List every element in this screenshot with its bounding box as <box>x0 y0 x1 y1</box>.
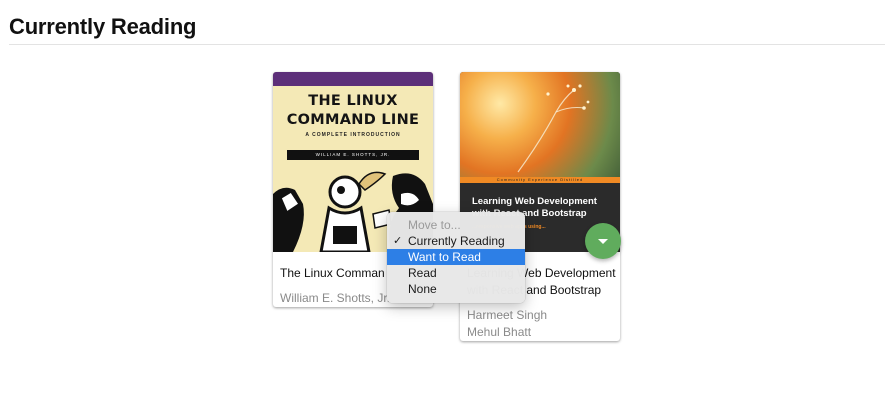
menu-option-label: None <box>408 282 437 296</box>
book-authors: Harmeet Singh Mehul Bhatt <box>467 307 547 341</box>
cover-title-line2: COMMAND LINE <box>286 112 420 128</box>
cover-author-bar: WILLIAM E. SHOTTS, JR. <box>287 150 419 160</box>
shelf-title: Currently Reading <box>9 14 197 39</box>
menu-option-move-to: Move to... <box>387 217 525 233</box>
checkmark-icon: ✓ <box>393 235 403 247</box>
chevron-down-icon <box>598 239 608 244</box>
book-author: William E. Shotts, Jr. <box>280 291 391 305</box>
menu-option-read[interactable]: Read <box>387 265 525 281</box>
cover-stripe: Community Experience Distilled <box>460 177 620 183</box>
book-authors: William E. Shotts, Jr. <box>280 290 390 307</box>
menu-option-label: Want to Read <box>408 250 481 264</box>
book-author: Mehul Bhatt <box>467 325 532 339</box>
cover-photo <box>460 72 620 177</box>
menu-option-label: Read <box>408 266 437 280</box>
menu-option-label: Move to... <box>408 218 461 232</box>
shelf-divider <box>9 44 885 45</box>
flower-illustration <box>517 84 590 173</box>
book-title: The Linux Command Line <box>280 266 385 280</box>
cover-title: THE LINUX COMMAND LINE <box>273 92 433 130</box>
menu-option-want-to-read[interactable]: Want to Read <box>387 249 525 265</box>
menu-option-label: Currently Reading <box>408 234 505 248</box>
menu-option-currently-reading[interactable]: ✓ Currently Reading <box>387 233 525 249</box>
cover-subtitle: A COMPLETE INTRODUCTION <box>305 132 401 138</box>
shelf-changer-button[interactable] <box>585 223 621 259</box>
move-to-menu[interactable]: Move to... ✓ Currently Reading Want to R… <box>387 212 525 303</box>
menu-option-none[interactable]: None <box>387 281 525 297</box>
cover-band <box>273 72 433 86</box>
book-author: Harmeet Singh <box>467 308 548 322</box>
cover-title-line1: THE LINUX <box>308 93 398 109</box>
